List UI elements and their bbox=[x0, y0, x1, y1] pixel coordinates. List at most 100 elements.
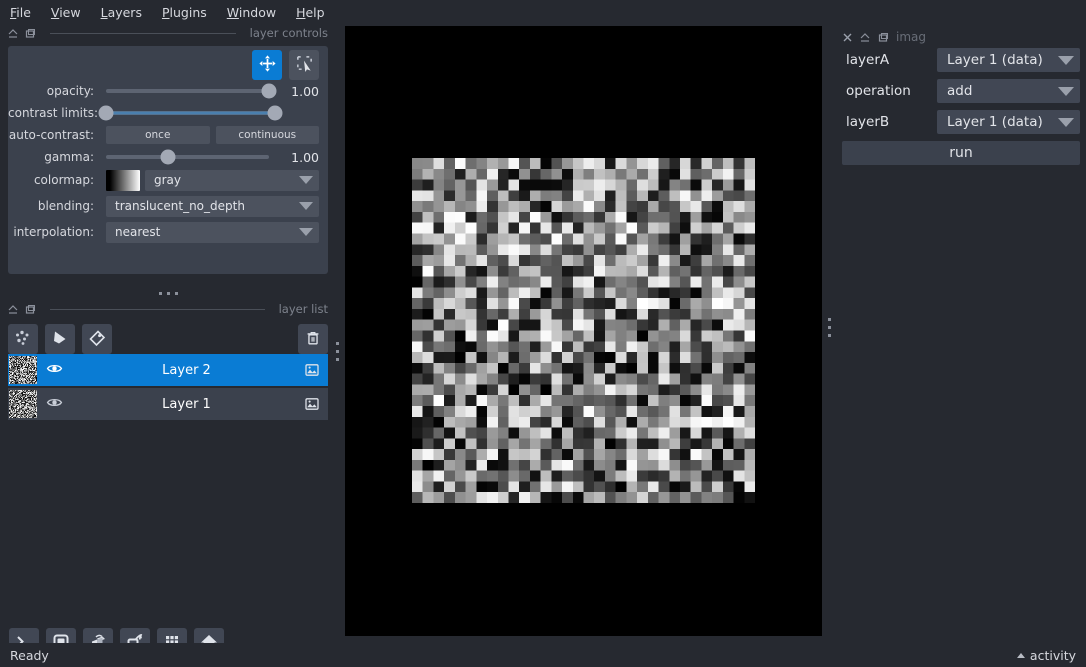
run-button[interactable]: run bbox=[842, 141, 1080, 165]
pan-zoom-button[interactable] bbox=[252, 50, 282, 80]
menu-item-plugins[interactable]: Plugins bbox=[162, 3, 217, 22]
float-dock-icon[interactable] bbox=[8, 304, 19, 315]
gamma-groove bbox=[106, 155, 269, 159]
blending-value: translucent_no_depth bbox=[115, 199, 245, 213]
plugin-row-layerb: layerB Layer 1 (data) bbox=[842, 110, 1080, 134]
gamma-handle[interactable] bbox=[160, 149, 176, 165]
popout-dock-icon[interactable] bbox=[25, 28, 36, 39]
left-dock-splitter-handle[interactable] bbox=[336, 342, 339, 361]
activity-button[interactable]: activity bbox=[1016, 648, 1076, 663]
layer-name: Layer 2 bbox=[162, 362, 211, 378]
float-dock-icon[interactable] bbox=[8, 28, 19, 39]
gamma-row: gamma: 1.00 bbox=[8, 146, 328, 168]
transform-button[interactable] bbox=[289, 50, 319, 80]
plugin-dock-header: imag bbox=[836, 26, 1086, 48]
chevron-up-icon bbox=[1016, 652, 1025, 658]
plugin-combobox-layerb[interactable]: Layer 1 (data) bbox=[937, 110, 1080, 134]
blending-row: blending: translucent_no_depth bbox=[8, 195, 328, 217]
plugin-parameter-rows: layerA Layer 1 (data) operation add layerB La… bbox=[836, 48, 1086, 134]
new-labels-button[interactable] bbox=[82, 324, 112, 354]
layer-visibility-toggle[interactable] bbox=[37, 360, 71, 380]
layer-visibility-toggle[interactable] bbox=[37, 394, 71, 414]
plugin-label-layerb: layerB bbox=[846, 114, 890, 130]
plugin-value-layerb: Layer 1 (data) bbox=[947, 114, 1043, 130]
layer-list-dock-header: layer list bbox=[0, 300, 336, 318]
popout-dock-icon[interactable] bbox=[878, 32, 889, 43]
float-dock-icon[interactable] bbox=[860, 32, 871, 43]
shapes-icon bbox=[50, 328, 70, 351]
horizontal-splitter-handle[interactable] bbox=[0, 292, 336, 295]
menu-item-help[interactable]: Help bbox=[296, 3, 335, 22]
layer-thumbnail bbox=[9, 390, 37, 418]
new-shapes-button[interactable] bbox=[45, 324, 75, 354]
plugin-row-operation: operation add bbox=[842, 79, 1080, 103]
dock-divider bbox=[50, 32, 236, 34]
points-icon bbox=[13, 328, 33, 351]
menu-item-window[interactable]: Window bbox=[227, 3, 286, 22]
dock-divider bbox=[50, 308, 265, 310]
opacity-row: opacity: 1.00 bbox=[8, 80, 328, 102]
menu-bar: File View Layers Plugins Window Help bbox=[0, 0, 1086, 24]
interpolation-row: interpolation: nearest bbox=[8, 221, 328, 243]
image-layer-canvas[interactable] bbox=[412, 158, 755, 503]
menu-item-layers[interactable]: Layers bbox=[101, 3, 152, 22]
colormap-swatch bbox=[106, 169, 140, 191]
blending-label: blending: bbox=[37, 199, 94, 213]
auto-contrast-label: auto-contrast: bbox=[8, 128, 94, 142]
close-icon[interactable] bbox=[842, 32, 853, 43]
opacity-value: 1.00 bbox=[291, 83, 319, 99]
layer-row[interactable]: Layer 1 bbox=[8, 388, 328, 420]
layer-type-image-icon bbox=[304, 396, 320, 412]
mode-button-group bbox=[252, 50, 319, 80]
right-dock-splitter-handle[interactable] bbox=[828, 318, 831, 337]
viewer-canvas[interactable] bbox=[345, 26, 822, 636]
plugin-combobox-layera[interactable]: Layer 1 (data) bbox=[937, 48, 1080, 72]
eye-icon bbox=[46, 360, 63, 380]
layer-list-panel: layer list Layer 2 Layer 1 bbox=[0, 300, 336, 595]
interpolation-combobox[interactable]: nearest bbox=[106, 221, 319, 243]
contrast-range-fill bbox=[106, 111, 275, 115]
colormap-row: colormap: gray bbox=[8, 169, 328, 191]
menu-item-view[interactable]: View bbox=[51, 3, 91, 22]
layer-list-title: layer list bbox=[278, 302, 328, 316]
contrast-low-handle[interactable] bbox=[98, 105, 114, 121]
transform-select-icon bbox=[295, 54, 314, 76]
auto-contrast-continuous-button[interactable]: continuous bbox=[215, 126, 319, 144]
chevron-down-icon bbox=[1058, 55, 1074, 65]
popout-dock-icon[interactable] bbox=[25, 304, 36, 315]
blending-combobox[interactable]: translucent_no_depth bbox=[106, 195, 319, 217]
eye-icon bbox=[46, 394, 63, 414]
plugin-row-layera: layerA Layer 1 (data) bbox=[842, 48, 1080, 72]
layer-thumbnail bbox=[9, 356, 37, 384]
colormap-value: gray bbox=[154, 173, 182, 187]
auto-contrast-once-button[interactable]: once bbox=[106, 126, 210, 144]
plugin-value-operation: add bbox=[947, 83, 973, 99]
layer-name: Layer 1 bbox=[162, 396, 211, 412]
layer-list-toolbar bbox=[8, 324, 328, 354]
pan-zoom-icon bbox=[258, 54, 277, 76]
plugin-combobox-operation[interactable]: add bbox=[937, 79, 1080, 103]
colormap-combobox[interactable]: gray bbox=[145, 169, 319, 191]
interpolation-value: nearest bbox=[115, 225, 161, 239]
gamma-label: gamma: bbox=[44, 150, 94, 164]
contrast-limits-slider[interactable] bbox=[98, 104, 283, 122]
plugin-label-layera: layerA bbox=[846, 52, 890, 68]
plugin-value-layera: Layer 1 (data) bbox=[947, 52, 1043, 68]
chevron-down-icon bbox=[299, 202, 313, 210]
auto-contrast-row: auto-contrast: once continuous bbox=[8, 124, 328, 146]
trash-icon bbox=[304, 329, 322, 350]
layer-controls-title: layer controls bbox=[249, 26, 328, 40]
gamma-value: 1.00 bbox=[291, 149, 319, 165]
layer-type-image-icon bbox=[304, 362, 320, 378]
menu-item-file[interactable]: File bbox=[10, 3, 41, 22]
new-points-button[interactable] bbox=[8, 324, 38, 354]
opacity-handle[interactable] bbox=[261, 83, 277, 99]
contrast-high-handle[interactable] bbox=[267, 105, 283, 121]
plugin-label-operation: operation bbox=[846, 83, 911, 99]
opacity-slider[interactable] bbox=[106, 82, 277, 100]
delete-layer-button[interactable] bbox=[298, 324, 328, 354]
plugin-dock-title: imag bbox=[896, 30, 926, 44]
layer-row[interactable]: Layer 2 bbox=[8, 354, 328, 386]
gamma-slider[interactable] bbox=[106, 148, 269, 166]
colormap-label: colormap: bbox=[33, 173, 94, 187]
